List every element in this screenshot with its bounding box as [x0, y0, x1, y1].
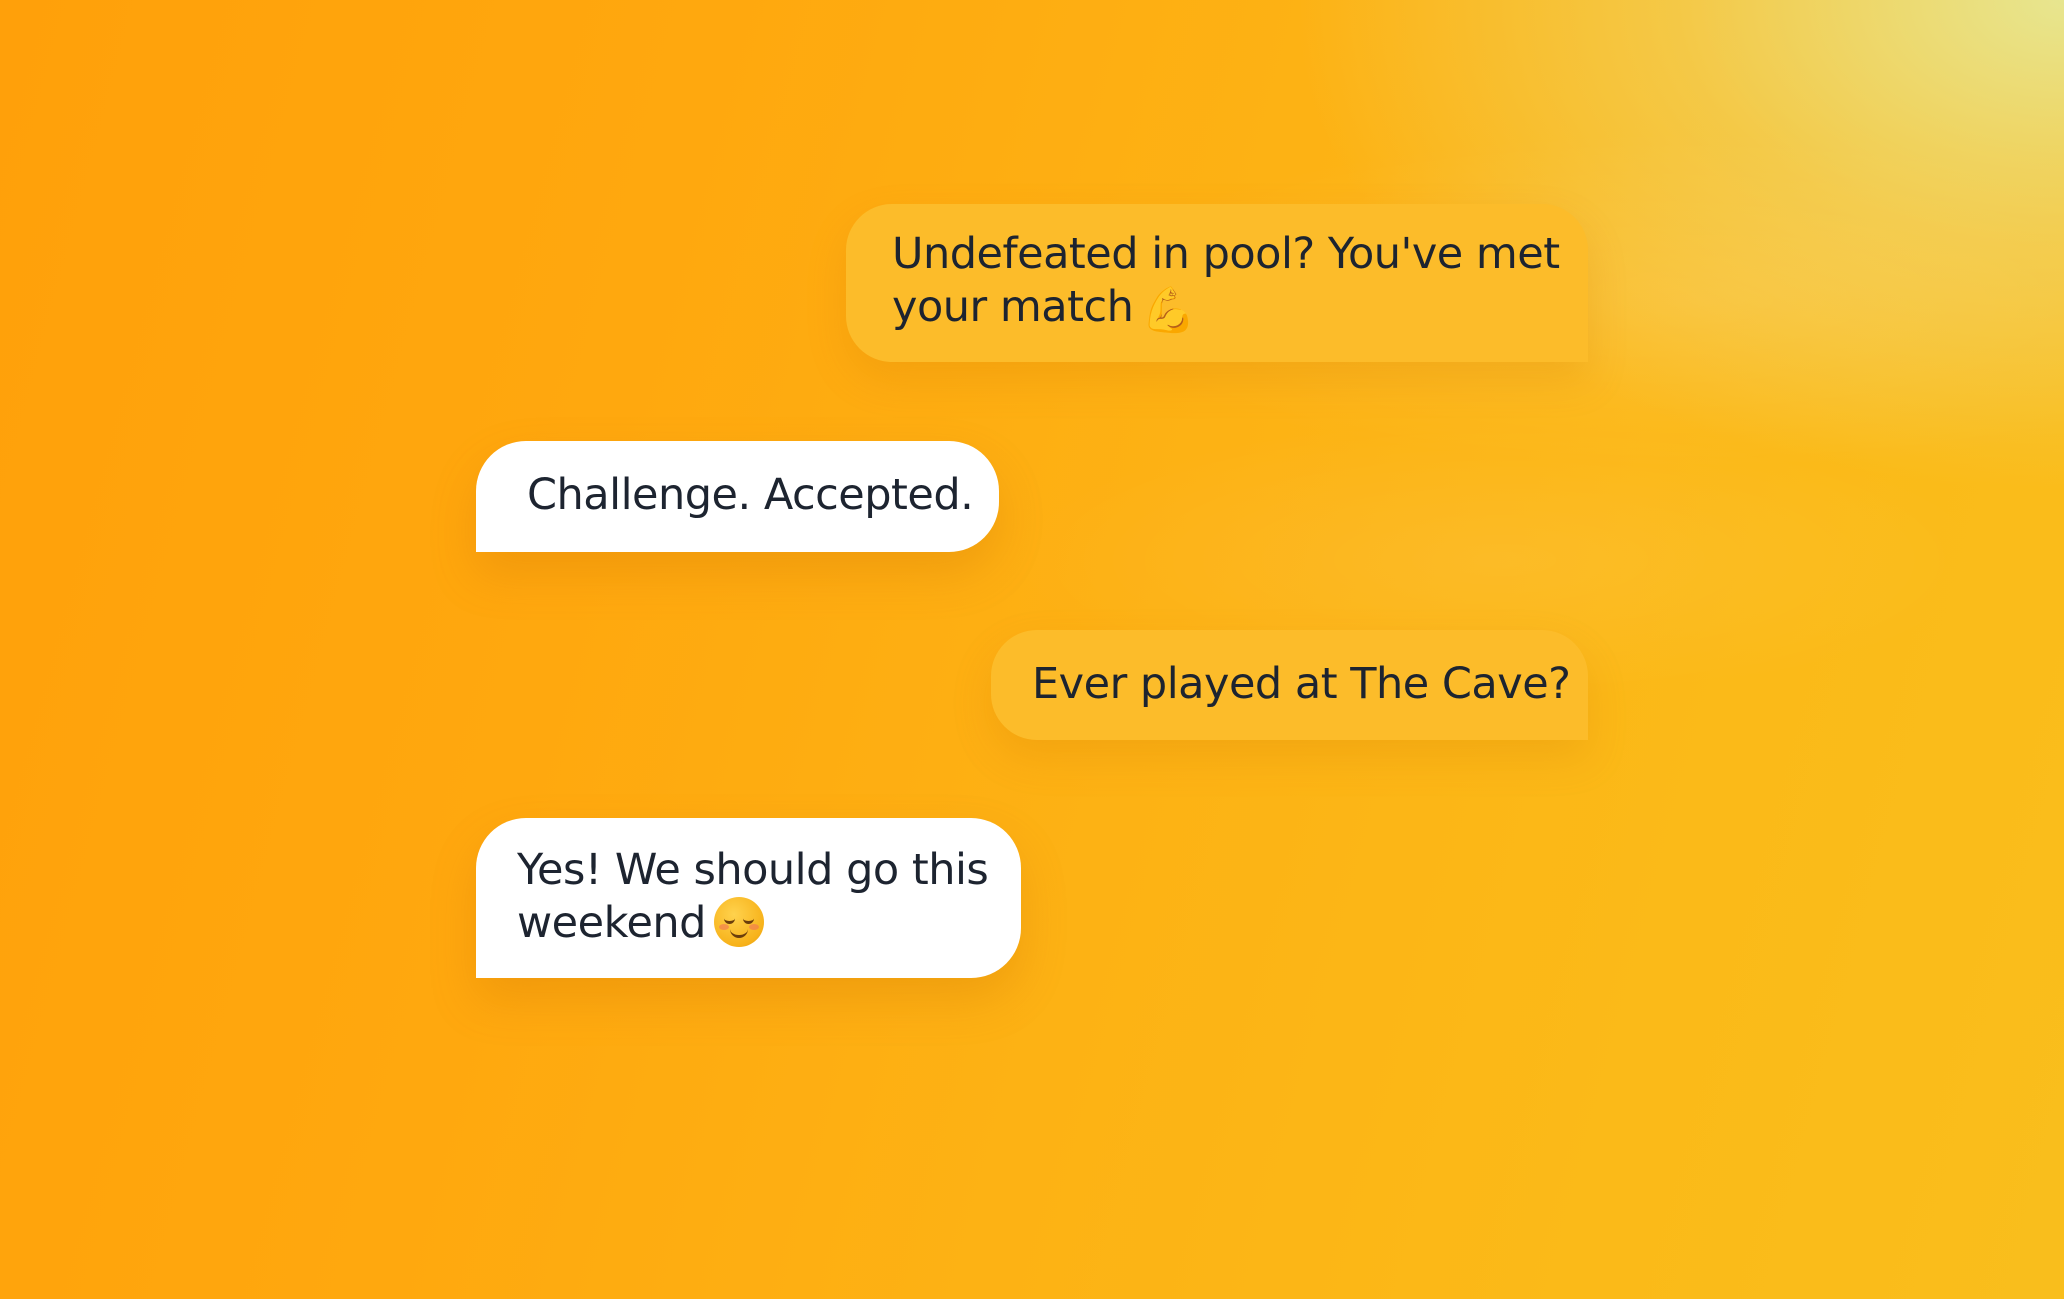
message-text: Ever played at The Cave? — [1032, 659, 1571, 709]
message-bubble-sent[interactable]: Ever played at The Cave? — [991, 630, 1588, 740]
message-text: your match 💪 — [892, 281, 1588, 337]
message-text-fragment: your match — [892, 282, 1134, 332]
message-text: Challenge. Accepted. — [527, 470, 974, 520]
message-text: weekend — [517, 897, 1021, 950]
message-text: Undefeated in pool? You've met — [892, 229, 1560, 279]
smiling-face-icon — [713, 897, 764, 947]
message-bubble-sent[interactable]: Undefeated in pool? You've met your matc… — [846, 204, 1588, 362]
flexed-biceps-icon: 💪 — [1141, 285, 1196, 336]
message-text: Yes! We should go this — [517, 845, 989, 895]
message-bubble-received[interactable]: Challenge. Accepted. — [476, 441, 999, 552]
message-text-fragment: weekend — [517, 898, 706, 948]
message-bubble-received[interactable]: Yes! We should go this weekend — [476, 818, 1021, 978]
